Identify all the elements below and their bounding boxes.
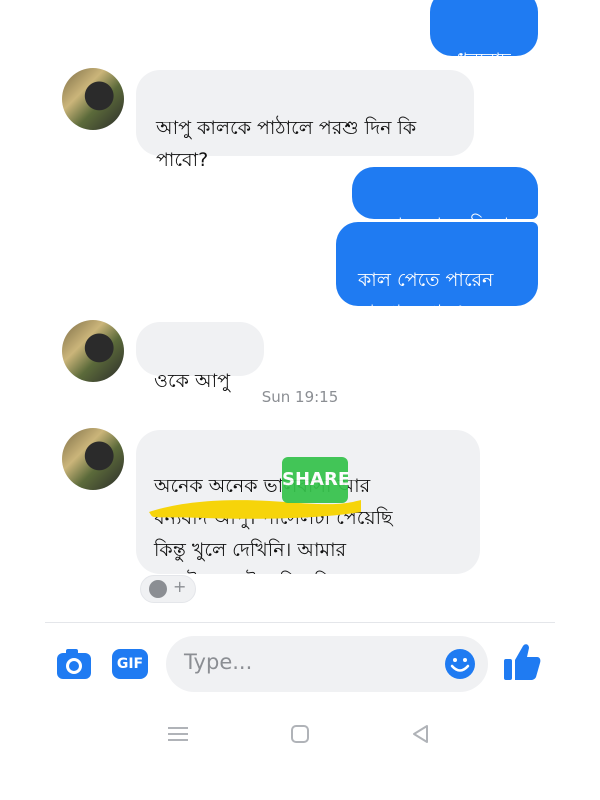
home-button[interactable] bbox=[289, 723, 311, 745]
input-placeholder: Type... bbox=[184, 650, 253, 674]
message-text: ধন্যবাদ bbox=[457, 49, 511, 71]
thumbs-up-icon bbox=[504, 644, 541, 680]
emoji-button[interactable] bbox=[444, 648, 476, 680]
system-nav-bar bbox=[0, 715, 600, 755]
home-icon bbox=[291, 725, 309, 743]
outgoing-message[interactable]: আজ রাতে দিবো bbox=[352, 167, 538, 236]
incoming-message[interactable]: ওকে আপু bbox=[136, 322, 264, 392]
camera-icon bbox=[57, 649, 91, 679]
message-input[interactable]: Type... bbox=[166, 636, 488, 692]
plus-icon: + bbox=[173, 577, 187, 596]
contact-avatar[interactable] bbox=[62, 320, 124, 382]
back-icon bbox=[413, 725, 428, 743]
menu-icon bbox=[168, 727, 188, 741]
like-button[interactable] bbox=[503, 642, 541, 682]
gif-button[interactable]: GIF bbox=[112, 649, 148, 679]
gif-icon: GIF bbox=[116, 656, 144, 672]
outgoing-message[interactable]: কাল পেতে পারেন না পেলে পরশু bbox=[336, 222, 538, 323]
message-text: আপু কালকে পাঠালে পরশু দিন কি পাবো? bbox=[156, 117, 417, 171]
add-reaction-icon bbox=[149, 580, 167, 598]
contact-avatar[interactable] bbox=[62, 68, 124, 130]
watermark-text: SHARE bbox=[282, 469, 351, 490]
message-text: কাল পেতে পারেন না পেলে পরশু bbox=[358, 269, 494, 323]
incoming-message[interactable]: আপু কালকে পাঠালে পরশু দিন কি পাবো? bbox=[136, 70, 474, 171]
menu-button[interactable] bbox=[166, 723, 190, 745]
emoji-icon bbox=[445, 649, 475, 679]
share-watermark: SHARE bbox=[282, 457, 351, 503]
message-timestamp: Sun 19:15 bbox=[261, 388, 339, 406]
outgoing-message[interactable]: ধন্যবাদ bbox=[430, 0, 538, 71]
back-button[interactable] bbox=[410, 723, 432, 745]
contact-avatar[interactable] bbox=[62, 428, 124, 490]
add-reaction-button[interactable]: + bbox=[140, 575, 196, 603]
camera-button[interactable] bbox=[56, 648, 92, 680]
composer-bar: GIF Type... bbox=[0, 622, 600, 702]
